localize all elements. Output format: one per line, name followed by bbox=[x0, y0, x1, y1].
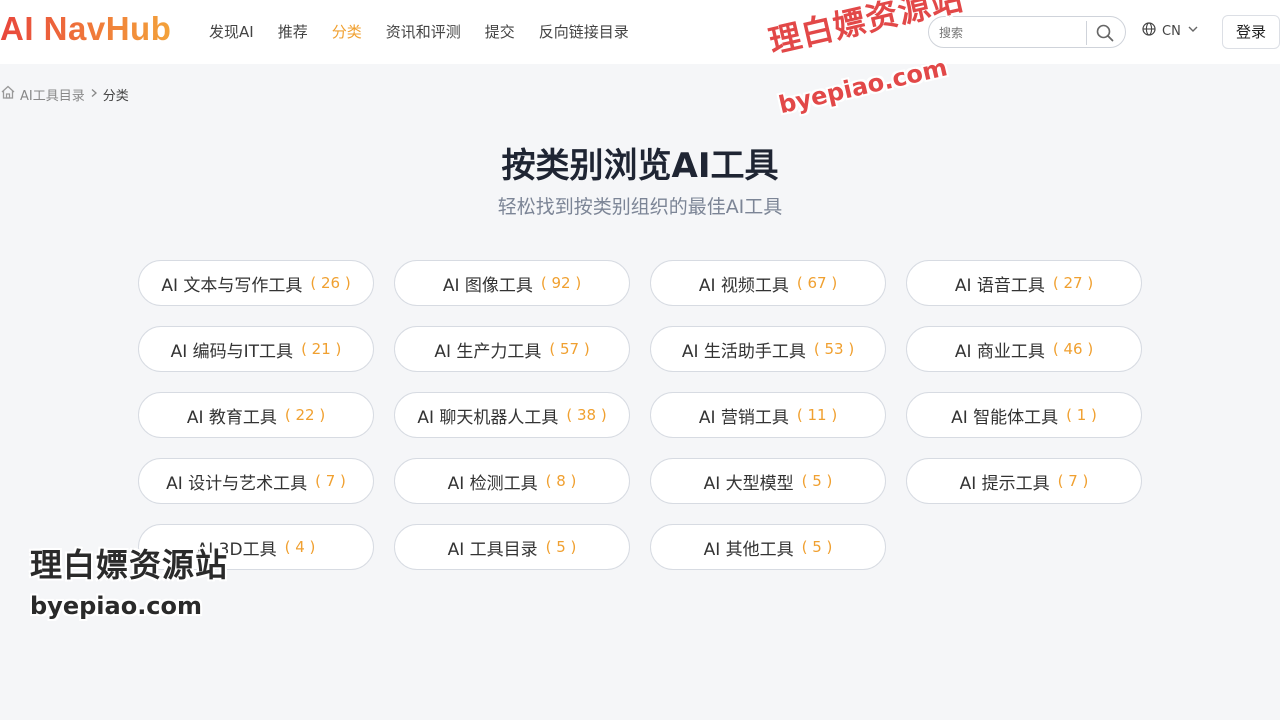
nav-backlink-directory[interactable]: 反向链接目录 bbox=[539, 21, 629, 42]
category-count: ( 53 ) bbox=[813, 340, 855, 358]
category-count: ( 5 ) bbox=[545, 538, 577, 556]
category-count: ( 4 ) bbox=[284, 538, 316, 556]
nav-submit[interactable]: 提交 bbox=[485, 21, 515, 42]
category-name: AI 教育工具 bbox=[186, 407, 277, 428]
breadcrumb: AI工具目录 分类 bbox=[0, 84, 129, 104]
category-pill[interactable]: AI 文本与写作工具 ( 26 ) bbox=[138, 260, 374, 306]
page-title: 按类别浏览AI工具 bbox=[501, 146, 779, 186]
category-name: AI 提示工具 bbox=[959, 473, 1050, 494]
category-count: ( 57 ) bbox=[549, 340, 590, 358]
category-pill[interactable]: AI 检测工具 ( 8 ) bbox=[394, 458, 630, 504]
category-count: ( 1 ) bbox=[1066, 406, 1097, 424]
top-header: AI NavHub 发现AI 推荐 分类 资讯和评测 提交 反向链接目录 CN … bbox=[0, 0, 1280, 64]
category-count: ( 11 ) bbox=[796, 406, 838, 424]
category-count: ( 7 ) bbox=[315, 472, 346, 490]
nav-discover[interactable]: 发现AI bbox=[209, 21, 254, 42]
category-pill[interactable]: AI 聊天机器人工具 ( 38 ) bbox=[394, 392, 630, 438]
main-nav: 发现AI 推荐 分类 资讯和评测 提交 反向链接目录 bbox=[209, 21, 629, 42]
nav-recommend[interactable]: 推荐 bbox=[278, 21, 308, 42]
language-selector[interactable]: CN bbox=[1142, 22, 1199, 40]
category-pill[interactable]: AI 营销工具 ( 11 ) bbox=[650, 392, 886, 438]
category-name: AI 图像工具 bbox=[442, 275, 533, 296]
category-count: ( 8 ) bbox=[545, 472, 577, 490]
category-name: AI 大型模型 bbox=[703, 473, 794, 494]
category-name: AI 生活助手工具 bbox=[681, 341, 806, 362]
category-count: ( 27 ) bbox=[1052, 274, 1094, 292]
chevron-right-icon bbox=[89, 87, 99, 102]
home-icon[interactable] bbox=[0, 84, 16, 104]
category-pill[interactable]: AI 生活助手工具 ( 53 ) bbox=[650, 326, 886, 372]
category-count: ( 5 ) bbox=[801, 538, 833, 556]
category-count: ( 67 ) bbox=[796, 274, 838, 292]
category-count: ( 22 ) bbox=[284, 406, 326, 424]
breadcrumb-home-link[interactable]: AI工具目录 bbox=[20, 85, 85, 104]
category-pill[interactable]: AI 编码与IT工具 ( 21 ) bbox=[138, 326, 374, 372]
search-divider bbox=[1086, 21, 1087, 45]
category-name: AI 检测工具 bbox=[447, 473, 538, 494]
category-name: AI 营销工具 bbox=[698, 407, 789, 428]
category-count: ( 38 ) bbox=[566, 406, 607, 424]
category-grid: AI 文本与写作工具 ( 26 ) AI 图像工具 ( 92 ) AI 视频工具 ( … bbox=[138, 260, 1142, 570]
category-pill[interactable]: AI 商业工具 ( 46 ) bbox=[906, 326, 1142, 372]
category-pill[interactable]: AI 生产力工具 ( 57 ) bbox=[394, 326, 630, 372]
category-pill[interactable]: AI 其他工具 ( 5 ) bbox=[650, 524, 886, 570]
category-pill[interactable]: AI 图像工具 ( 92 ) bbox=[394, 260, 630, 306]
category-count: ( 92 ) bbox=[540, 274, 582, 292]
category-pill[interactable]: AI 大型模型 ( 5 ) bbox=[650, 458, 886, 504]
category-count: ( 7 ) bbox=[1057, 472, 1089, 490]
watermark-site-name-bottom: 理白嫖资源站 bbox=[30, 546, 229, 584]
category-name: AI 编码与IT工具 bbox=[170, 341, 294, 362]
category-count: ( 5 ) bbox=[801, 472, 833, 490]
search-icon[interactable] bbox=[1095, 23, 1115, 43]
category-name: AI 智能体工具 bbox=[951, 407, 1059, 428]
category-count: ( 26 ) bbox=[310, 274, 351, 292]
category-name: AI 生产力工具 bbox=[434, 341, 542, 362]
watermark-site-url-bottom: byepiao.com bbox=[30, 592, 203, 620]
category-pill[interactable]: AI 视频工具 ( 67 ) bbox=[650, 260, 886, 306]
category-pill[interactable]: AI 语音工具 ( 27 ) bbox=[906, 260, 1142, 306]
category-pill[interactable]: AI 工具目录 ( 5 ) bbox=[394, 524, 630, 570]
category-count: ( 46 ) bbox=[1052, 340, 1094, 358]
page-subtitle: 轻松找到按类别组织的最佳AI工具 bbox=[497, 196, 783, 218]
language-label: CN bbox=[1162, 23, 1181, 39]
nav-categories[interactable]: 分类 bbox=[332, 21, 362, 42]
nav-news-reviews[interactable]: 资讯和评测 bbox=[386, 21, 461, 42]
category-pill[interactable]: AI 智能体工具 ( 1 ) bbox=[906, 392, 1142, 438]
search-input[interactable] bbox=[939, 23, 1079, 43]
category-name: AI 工具目录 bbox=[447, 539, 538, 560]
category-name: AI 语音工具 bbox=[954, 275, 1045, 296]
category-count: ( 21 ) bbox=[301, 340, 342, 358]
search-box bbox=[928, 16, 1126, 48]
category-pill[interactable]: AI 提示工具 ( 7 ) bbox=[906, 458, 1142, 504]
globe-icon bbox=[1142, 22, 1156, 40]
category-name: AI 视频工具 bbox=[698, 275, 789, 296]
breadcrumb-current: 分类 bbox=[102, 88, 129, 104]
category-name: AI 其他工具 bbox=[703, 539, 794, 560]
category-name: AI 设计与艺术工具 bbox=[166, 473, 308, 494]
category-name: AI 文本与写作工具 bbox=[161, 275, 303, 296]
chevron-down-icon bbox=[1187, 23, 1199, 39]
category-pill[interactable]: AI 设计与艺术工具 ( 7 ) bbox=[138, 458, 374, 504]
category-name: AI 商业工具 bbox=[954, 341, 1045, 362]
category-name: AI 聊天机器人工具 bbox=[417, 407, 559, 428]
category-pill[interactable]: AI 教育工具 ( 22 ) bbox=[138, 392, 374, 438]
login-button[interactable]: 登录 bbox=[1222, 15, 1280, 49]
site-logo[interactable]: AI NavHub bbox=[0, 10, 171, 48]
